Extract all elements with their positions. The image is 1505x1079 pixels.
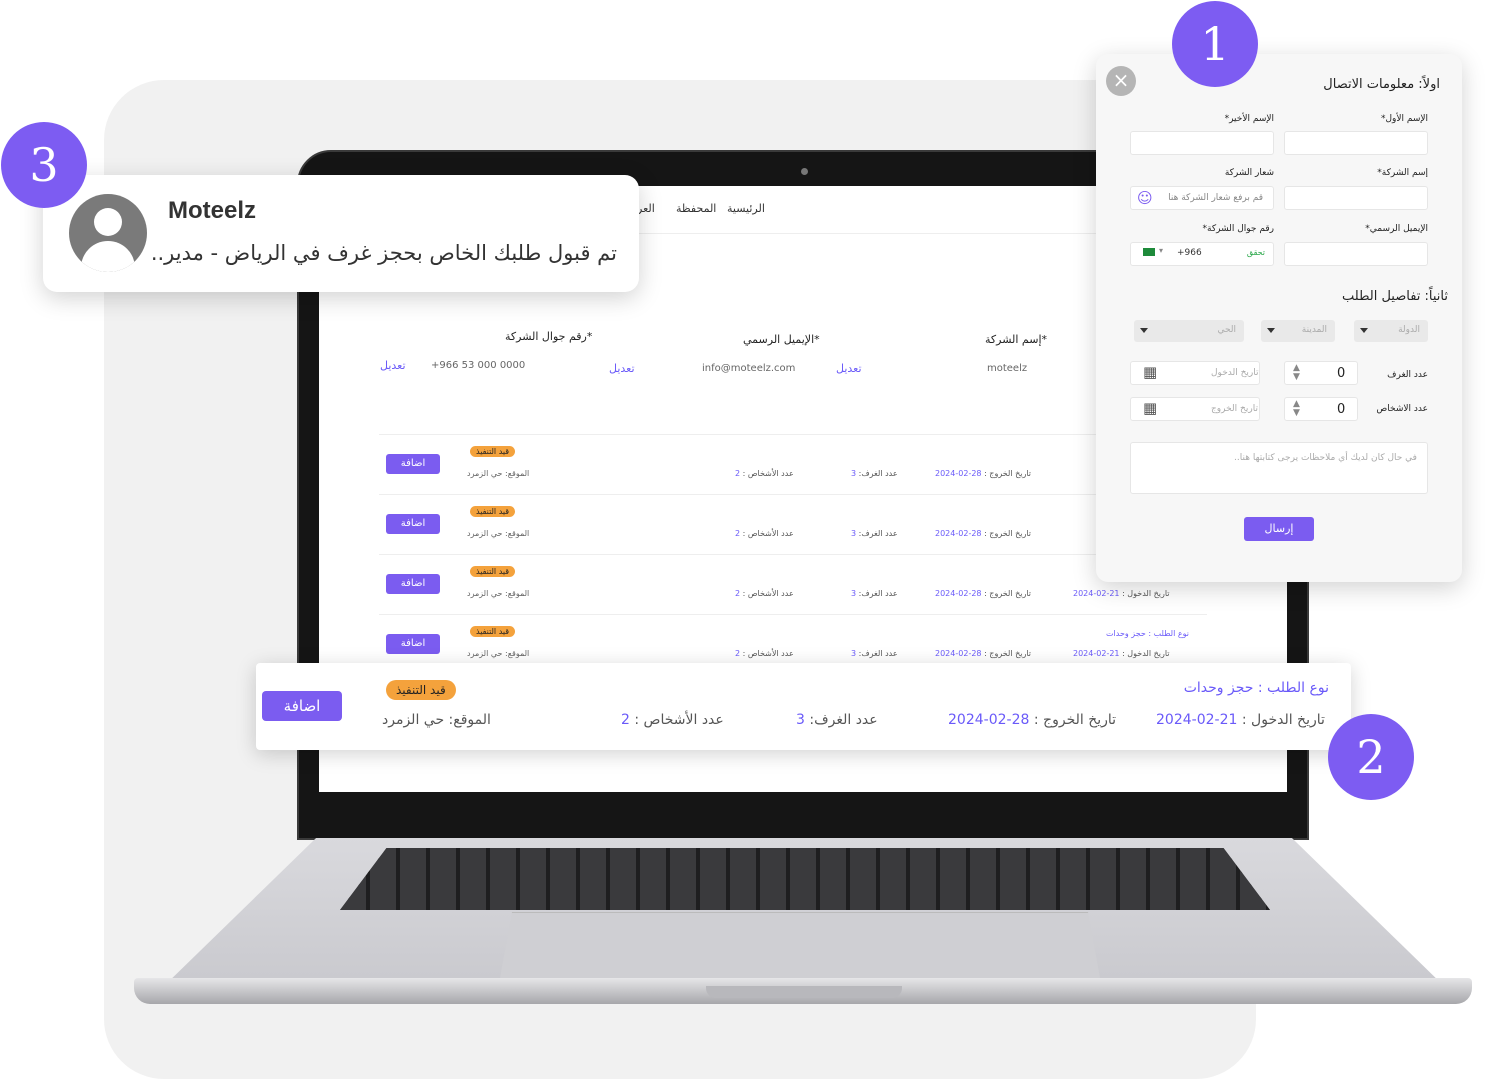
- persons-text: عدد الأشخاص : 2: [735, 469, 794, 478]
- checkout-text: تاريخ الخروج : 28-02-2024: [935, 649, 1032, 658]
- step-marker-2: 2: [1328, 714, 1414, 800]
- edit-email-link[interactable]: تعديل: [609, 362, 635, 375]
- company-name-input[interactable]: [1284, 186, 1428, 210]
- request-form: × اولاً: معلومات الاتصال الإسم الأول* ال…: [1096, 54, 1462, 582]
- location-text: الموقع: حي الزمرد: [382, 712, 491, 728]
- stepper-arrows-icon[interactable]: ▲ ▼: [1293, 364, 1300, 382]
- persons-stepper[interactable]: ▲ ▼ 0: [1284, 397, 1358, 421]
- rooms-text: عدد الغرف: 3: [851, 529, 898, 538]
- district-select[interactable]: الحي: [1134, 320, 1244, 342]
- location-text: الموقع: حي الزمرد: [467, 529, 530, 538]
- nav-item-wallet[interactable]: المحفظة: [676, 202, 716, 215]
- persons-text: عدد الأشخاص : 2: [735, 529, 794, 538]
- status-badge: قيد التنفيذ: [470, 626, 516, 637]
- notification-title: Moteelz: [168, 197, 257, 224]
- rooms-text: عدد الغرف: 3: [851, 469, 898, 478]
- checkin-date-input[interactable]: تاريخ الدخول ▦: [1130, 361, 1260, 385]
- checkin-text: تاريخ الدخول : 21-02-2024: [1073, 589, 1170, 598]
- company-email-label: الإيميل الرسمي*: [743, 333, 820, 346]
- checkout-text: تاريخ الخروج : 28-02-2024: [935, 469, 1032, 478]
- status-badge: قيد التنفيذ: [386, 680, 456, 700]
- status-badge: قيد التنفيذ: [470, 566, 516, 577]
- persons-count-label: عدد الاشخاص: [1376, 404, 1428, 414]
- order-row: اضافة قيد التنفيذ الموقع: حي الزمرد عدد …: [379, 434, 1207, 494]
- company-name-label: إسم الشركة*: [1377, 168, 1428, 178]
- checkout-text: تاريخ الخروج : 28-02-2024: [935, 529, 1032, 538]
- order-row: اضافة قيد التنفيذ الموقع: حي الزمرد عدد …: [379, 554, 1207, 614]
- location-text: الموقع: حي الزمرد: [467, 589, 530, 598]
- send-button[interactable]: إرسال: [1244, 517, 1314, 541]
- order-row: اضافة قيد التنفيذ الموقع: حي الزمرد عدد …: [379, 494, 1207, 554]
- edit-phone-link[interactable]: تعديل: [380, 359, 406, 372]
- order-type: نوع الطلب : حجز وحدات: [1105, 629, 1189, 638]
- saudi-flag-icon: [1143, 248, 1155, 256]
- phone-input[interactable]: ▾ +966 تحقق: [1130, 242, 1274, 266]
- persons-text: عدد الأشخاص : 2: [735, 589, 794, 598]
- location-text: الموقع: حي الزمرد: [467, 649, 530, 658]
- close-icon[interactable]: ×: [1106, 66, 1136, 96]
- checkout-text: تاريخ الخروج : 28-02-2024: [948, 712, 1117, 728]
- step-marker-1: 1: [1172, 1, 1258, 87]
- notes-textarea[interactable]: في حال كان لديك أي ملاحظات يرجى كتابتها …: [1130, 442, 1428, 494]
- rooms-count-label: عدد الغرف: [1387, 370, 1428, 380]
- last-name-input[interactable]: [1130, 131, 1274, 155]
- logo-upload-field[interactable]: قم برفع شعار الشركة هنا ☺: [1130, 186, 1274, 210]
- company-name-label: إسم الشركة*: [985, 333, 1048, 346]
- calendar-icon: ▦: [1143, 363, 1158, 381]
- first-name-input[interactable]: [1284, 131, 1428, 155]
- add-button[interactable]: اضافة: [386, 574, 440, 594]
- laptop-trackpad: [500, 912, 1100, 978]
- rooms-text: عدد الغرف: 3: [796, 712, 878, 728]
- company-phone-label: رقم جوال الشركة*: [505, 330, 593, 343]
- step-marker-3: 3: [1, 122, 87, 208]
- status-badge: قيد التنفيذ: [470, 506, 516, 517]
- notification-card[interactable]: Moteelz تم قبول طلبك الخاص بحجز غرف في ا…: [43, 175, 639, 292]
- add-button[interactable]: اضافة: [262, 691, 342, 721]
- checkin-text: تاريخ الدخول : 21-02-2024: [1073, 649, 1170, 658]
- chevron-down-icon: ▾: [1159, 246, 1164, 255]
- verify-link[interactable]: تحقق: [1247, 248, 1265, 257]
- laptop-camera: [801, 168, 808, 175]
- checkout-date-input[interactable]: تاريخ الخروج ▦: [1130, 397, 1260, 421]
- company-logo-label: شعار الشركة: [1224, 168, 1274, 178]
- laptop-keyboard: [340, 848, 1270, 910]
- laptop-notch: [706, 986, 902, 998]
- order-section-title: ثانياً: تفاصيل الطلب: [1342, 289, 1448, 304]
- rooms-stepper[interactable]: ▲ ▼ 0: [1284, 361, 1358, 385]
- email-input[interactable]: [1284, 242, 1428, 266]
- persons-text: عدد الأشخاص : 2: [621, 712, 724, 728]
- persons-text: عدد الأشخاص : 2: [735, 649, 794, 658]
- status-badge: قيد التنفيذ: [470, 446, 516, 457]
- location-text: الموقع: حي الزمرد: [467, 469, 530, 478]
- company-email-value: info@moteelz.com: [702, 363, 796, 374]
- notification-message: تم قبول طلبك الخاص بحجز غرف في الرياض - …: [150, 241, 617, 265]
- order-type: نوع الطلب : حجز وحدات: [1183, 680, 1329, 696]
- country-select[interactable]: الدولة: [1354, 320, 1428, 342]
- image-upload-icon: ☺: [1137, 189, 1153, 207]
- rooms-text: عدد الغرف: 3: [851, 589, 898, 598]
- nav-item-offers[interactable]: العر: [637, 202, 655, 215]
- city-select[interactable]: المدينة: [1261, 320, 1335, 342]
- nav-item-home[interactable]: الرئيسية: [727, 202, 765, 215]
- company-name-value: moteelz: [987, 363, 1028, 374]
- rooms-text: عدد الغرف: 3: [851, 649, 898, 658]
- edit-name-link[interactable]: تعديل: [836, 362, 862, 375]
- first-name-label: الإسم الأول*: [1380, 114, 1428, 124]
- add-button[interactable]: اضافة: [386, 634, 440, 654]
- add-button[interactable]: اضافة: [386, 454, 440, 474]
- stepper-arrows-icon[interactable]: ▲ ▼: [1293, 400, 1300, 418]
- phone-code: +966: [1177, 248, 1202, 258]
- email-label: الإيميل الرسمي*: [1365, 224, 1428, 234]
- checkin-text: تاريخ الدخول : 21-02-2024: [1156, 712, 1325, 728]
- calendar-icon: ▦: [1143, 399, 1158, 417]
- checkout-text: تاريخ الخروج : 28-02-2024: [935, 589, 1032, 598]
- company-phone-value: +966 53 000 0000: [431, 360, 526, 371]
- add-button[interactable]: اضافة: [386, 514, 440, 534]
- last-name-label: الإسم الأخير*: [1224, 114, 1274, 124]
- avatar: [69, 194, 147, 272]
- contact-section-title: اولاً: معلومات الاتصال: [1323, 77, 1440, 92]
- highlighted-order-row: اضافة قيد التنفيذ الموقع: حي الزمرد نوع …: [256, 663, 1351, 750]
- phone-label: رقم جوال الشركة*: [1202, 224, 1274, 234]
